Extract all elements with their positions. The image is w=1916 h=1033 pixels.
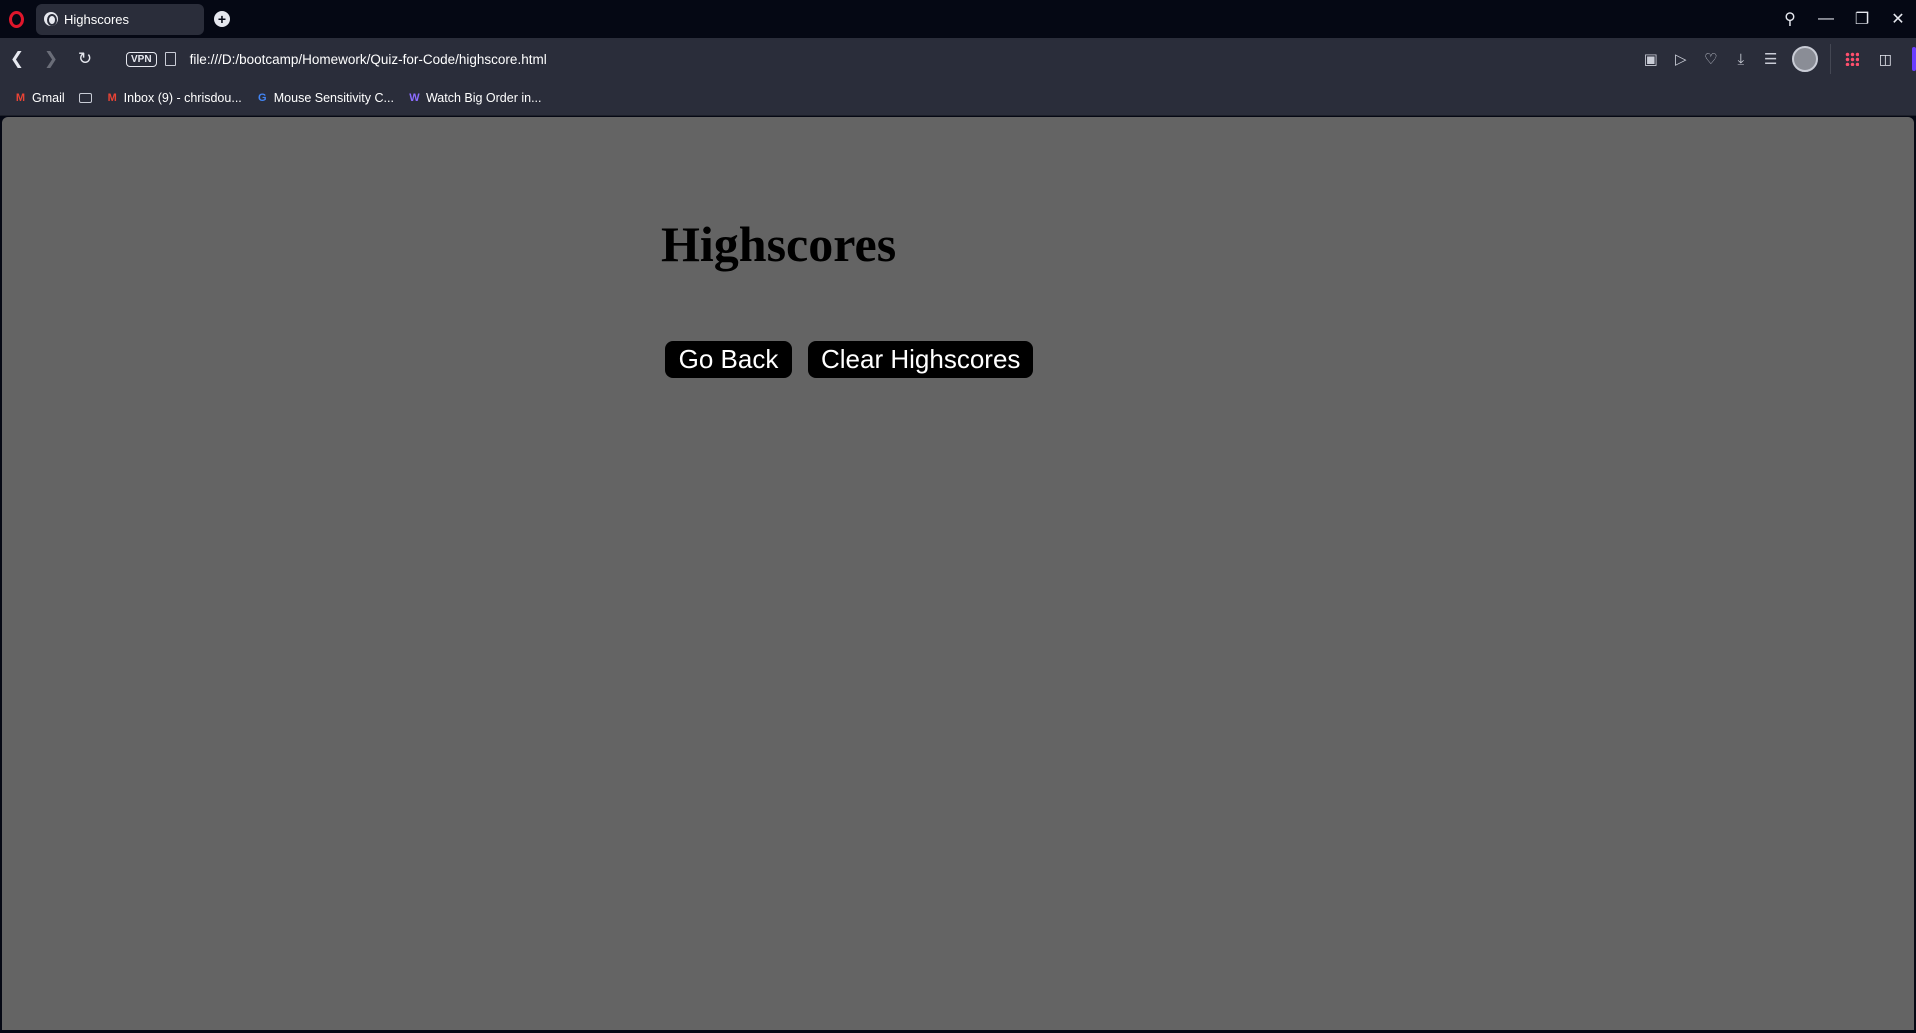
bookmark-mouse-sensitivity[interactable]: G Mouse Sensitivity C... <box>256 91 394 105</box>
heart-icon[interactable]: ♡ <box>1696 38 1726 80</box>
bookmarks-bar: M Gmail M Inbox (9) - chrisdou... G Mous… <box>0 80 1916 116</box>
close-icon[interactable]: ✕ <box>1880 0 1916 38</box>
bookmark-label: Inbox (9) - chrisdou... <box>123 90 242 105</box>
page-title: Highscores <box>661 216 897 272</box>
google-icon: G <box>257 91 267 104</box>
w-icon: W <box>409 91 420 104</box>
bookmark-label: Gmail <box>32 90 65 105</box>
play-icon[interactable]: ▷ <box>1666 38 1696 80</box>
page-file-icon[interactable] <box>164 52 176 66</box>
url-field[interactable]: file:///D:/bootcamp/Homework/Quiz-for-Co… <box>190 52 547 67</box>
minimize-icon[interactable]: — <box>1808 0 1844 38</box>
browser-window: Highscores + ⚲ — ❐ ✕ ❮ ❯ ↻ VPN file:///D… <box>0 0 1916 1033</box>
opera-logo-icon[interactable] <box>9 10 24 28</box>
bookmark-gmail[interactable]: M Gmail <box>14 91 65 105</box>
address-toolbar: ❮ ❯ ↻ VPN file:///D:/bootcamp/Homework/Q… <box>0 38 1916 80</box>
search-tabs-icon[interactable]: ⚲ <box>1772 0 1808 38</box>
go-back-button[interactable]: Go Back <box>665 341 792 378</box>
cube-icon[interactable]: ◫ <box>1879 51 1892 68</box>
bookmark-label: Mouse Sensitivity C... <box>273 90 394 105</box>
gmail-icon: M <box>15 91 26 104</box>
toolbar-actions: ▣ ▷ ♡ ⤓ ☰ ◫ <box>1636 38 1916 80</box>
vpn-badge[interactable]: VPN <box>126 51 157 67</box>
bookmark-watch-big-order[interactable]: W Watch Big Order in... <box>408 90 542 105</box>
restore-icon[interactable]: ❐ <box>1844 0 1880 38</box>
download-icon[interactable]: ⤓ <box>1726 38 1756 80</box>
bookmark-label: Watch Big Order in... <box>425 90 542 105</box>
folder-icon <box>78 92 92 103</box>
bookmark-folder[interactable] <box>78 92 92 103</box>
toolbar-divider <box>1829 44 1831 74</box>
page-viewport: Highscores Go Back Clear Highscores <box>2 117 1914 1030</box>
new-tab-button[interactable]: + <box>214 11 230 27</box>
tab-highscores[interactable]: Highscores <box>36 3 204 35</box>
sidebar-accent-bar <box>1912 47 1916 71</box>
bookmark-inbox[interactable]: M Inbox (9) - chrisdou... <box>106 91 242 105</box>
avatar[interactable] <box>1791 46 1818 72</box>
globe-icon <box>44 12 58 26</box>
gmail-icon: M <box>107 91 117 104</box>
easy-setup-icon[interactable]: ☰ <box>1756 38 1786 80</box>
camera-icon[interactable]: ▣ <box>1636 38 1666 80</box>
apps-grid-icon[interactable] <box>1844 52 1859 66</box>
window-controls: ⚲ — ❐ ✕ <box>1772 0 1916 38</box>
reload-button[interactable]: ↻ <box>68 42 102 76</box>
tab-title: Highscores <box>64 11 130 27</box>
clear-highscores-button[interactable]: Clear Highscores <box>808 341 1033 378</box>
forward-button[interactable]: ❯ <box>34 42 68 76</box>
back-button[interactable]: ❮ <box>0 42 34 76</box>
tab-strip: Highscores + ⚲ — ❐ ✕ <box>0 0 1916 38</box>
